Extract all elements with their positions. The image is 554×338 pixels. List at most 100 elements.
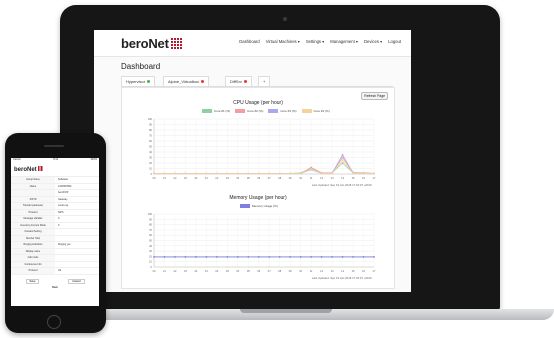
form-label: Ringing Activation xyxy=(11,242,55,248)
nav-dashboard[interactable]: Dashboard xyxy=(239,39,260,44)
form-field[interactable]: beroFOIP xyxy=(55,190,99,196)
form-field[interactable]: 0 xyxy=(55,216,99,222)
x-tick-label: 08 xyxy=(278,269,281,273)
save-button[interactable]: Save xyxy=(25,278,40,284)
form-field[interactable]: SIPS xyxy=(55,210,99,216)
legend-item: Memory Usage (%) xyxy=(240,204,278,208)
nav-devices[interactable]: Devices ▾ xyxy=(364,39,382,44)
top-navbar: beroNet Dashboard Virtual Machines ▾ Set… xyxy=(94,30,411,57)
y-tick-label: 90 xyxy=(149,123,152,127)
form-label: Conference Info xyxy=(11,261,55,267)
form-label xyxy=(11,190,55,196)
series-line xyxy=(154,159,374,174)
legend-item: Core #2 (%) xyxy=(235,109,263,113)
cpu-legend: Core #1 (%) Core #2 (%) Core #3 (%) Core… xyxy=(202,109,330,113)
memory-chart-title: Memory Usage (per hour) xyxy=(229,195,287,201)
data-point xyxy=(226,256,229,258)
nav-logout[interactable]: Logout xyxy=(388,39,401,44)
y-tick-label: 90 xyxy=(149,217,152,221)
data-point xyxy=(257,256,260,258)
x-tick-label: 07 xyxy=(268,176,271,180)
nav-settings[interactable]: Settings ▾ xyxy=(306,39,324,44)
data-point xyxy=(341,153,344,156)
data-point xyxy=(195,256,197,258)
x-tick-label: 08 xyxy=(278,176,281,180)
nav-management[interactable]: Management ▾ xyxy=(330,39,358,44)
form-field[interactable]: Local exp xyxy=(55,203,99,209)
form-field[interactable]: Ok xyxy=(55,268,99,274)
form-field[interactable]: Softwarer xyxy=(55,177,99,183)
laptop-notch xyxy=(240,309,332,313)
data-point xyxy=(268,172,271,175)
x-tick-label: 15 xyxy=(352,269,355,273)
data-point xyxy=(352,172,354,174)
legend-item: Core #4 (%) xyxy=(301,109,330,113)
form-field[interactable]: 0 xyxy=(55,223,99,229)
cpu-usage-chart: 010203040506070809010020 21 22 23 24 01 02 03 04… xyxy=(148,117,376,180)
x-tick-label: 14 xyxy=(341,176,344,180)
tab-diffsrv[interactable]: DiffSrv xyxy=(225,76,252,86)
data-point xyxy=(320,256,323,258)
form-label: Call mode xyxy=(11,255,55,261)
carrier-label: Carrier xyxy=(13,158,21,161)
refresh-page-button[interactable]: Refresh Page xyxy=(361,92,388,100)
home-button[interactable] xyxy=(47,315,61,329)
nav-virtual-machines[interactable]: Virtual Machines ▾ xyxy=(266,39,300,44)
data-point xyxy=(205,172,208,175)
y-tick-label: 100 xyxy=(148,117,153,121)
x-tick-label: 23 xyxy=(184,269,187,273)
tab-hypervisor[interactable]: Hypervisor xyxy=(121,76,156,86)
tab-alpine-virtualbox[interactable]: Alpine_Virtualbox xyxy=(163,76,210,86)
y-tick-label: 60 xyxy=(149,233,152,237)
dashboard-panel: Refresh Page CPU Usage (per hour) Core #… xyxy=(121,87,395,289)
y-tick-label: 40 xyxy=(149,150,152,154)
x-tick-label: 09 xyxy=(289,269,292,273)
laptop-screen: beroNet Dashboard Virtual Machines ▾ Set… xyxy=(94,30,411,292)
form-field[interactable] xyxy=(55,236,99,242)
form-label: Group Name xyxy=(11,177,55,183)
back-link[interactable]: Back xyxy=(11,286,99,289)
data-point xyxy=(153,256,155,258)
page-title: Dashboard xyxy=(121,62,161,71)
form-field[interactable] xyxy=(55,249,99,255)
phone-logo[interactable]: beroNet xyxy=(11,163,99,177)
x-tick-label: 05 xyxy=(247,269,250,273)
status-dot-icon xyxy=(147,80,151,83)
cancel-button[interactable]: Cancel xyxy=(68,278,85,284)
data-point xyxy=(331,256,333,258)
form-field[interactable]: Ringing yes xyxy=(55,242,99,248)
x-tick-label: 17 xyxy=(373,176,376,180)
y-tick-label: 50 xyxy=(149,145,152,149)
data-point xyxy=(289,172,292,175)
status-dot-icon xyxy=(201,80,205,83)
x-tick-label: 14 xyxy=(341,269,344,273)
data-point xyxy=(163,256,166,258)
y-tick-label: 10 xyxy=(149,167,152,171)
form-field[interactable]: Gateway xyxy=(55,197,99,203)
x-tick-label: 20 xyxy=(153,269,156,273)
tab-add[interactable]: + xyxy=(258,76,271,86)
data-point xyxy=(341,159,344,162)
x-tick-label: 11 xyxy=(310,269,313,273)
x-tick-label: 11 xyxy=(310,176,313,180)
phone-actions: Save Cancel xyxy=(11,278,99,284)
form-field[interactable] xyxy=(55,229,99,235)
x-tick-label: 17 xyxy=(373,269,376,273)
x-tick-label: 04 xyxy=(236,269,239,273)
cpu-chart-title: CPU Usage (per hour) xyxy=(233,100,283,106)
data-point xyxy=(247,172,250,175)
form-field[interactable] xyxy=(55,262,99,268)
logo-grid-icon xyxy=(170,38,182,49)
x-tick-label: 02 xyxy=(215,269,218,273)
webcam xyxy=(283,17,287,21)
form-field[interactable] xyxy=(55,255,99,261)
data-point xyxy=(352,256,354,258)
form-field[interactable]: 1234567890 xyxy=(55,184,99,190)
data-point xyxy=(174,256,176,258)
data-point xyxy=(341,256,344,258)
x-tick-label: 04 xyxy=(236,176,239,180)
logo[interactable]: beroNet xyxy=(121,36,182,51)
y-tick-label: 0 xyxy=(151,265,153,269)
data-point xyxy=(320,172,323,175)
x-tick-label: 09 xyxy=(289,176,292,180)
